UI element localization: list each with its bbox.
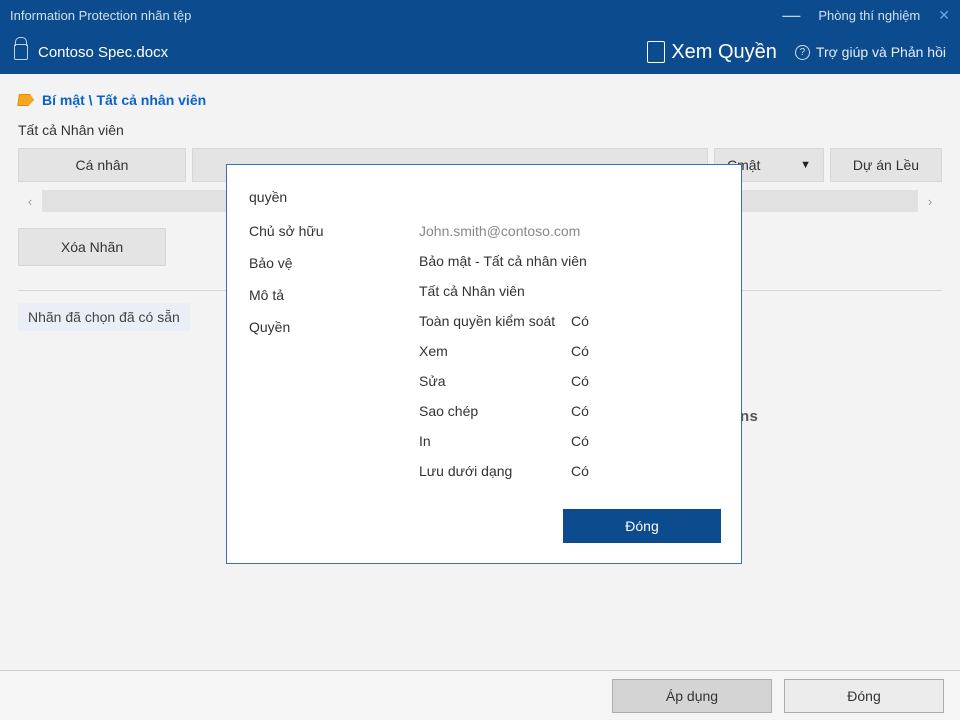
permission-name: Toàn quyền kiểm soát: [419, 313, 571, 329]
background-fragment: ns: [740, 408, 758, 425]
tag-icon: [17, 94, 35, 106]
dialog-close-button[interactable]: Đóng: [563, 509, 721, 543]
permission-row: Xem Có: [419, 343, 721, 359]
permission-value: Có: [571, 373, 631, 389]
permission-name: In: [419, 433, 571, 449]
permission-row: Sao chép Có: [419, 403, 721, 419]
section-title: Tất cả Nhân viên: [18, 122, 942, 138]
view-rights-button[interactable]: Xem Quyền: [647, 41, 777, 64]
permission-row: Toàn quyền kiểm soát Có: [419, 313, 721, 329]
app-title: Information Protection nhãn tệp: [10, 8, 191, 23]
permission-name: Sửa: [419, 373, 571, 389]
scroll-right-button[interactable]: ›: [918, 190, 942, 212]
rights-label: Quyền: [249, 319, 379, 335]
help-feedback-button[interactable]: ? Trợ giúp và Phản hồi: [795, 44, 946, 60]
tab-personal[interactable]: Cá nhân: [18, 148, 186, 182]
description-label: Mô tả: [249, 287, 379, 303]
description-value: Tất cả Nhân viên: [419, 283, 721, 299]
permission-row: In Có: [419, 433, 721, 449]
permission-value: Có: [571, 433, 631, 449]
apply-button[interactable]: Áp dụng: [612, 679, 772, 713]
help-icon: ?: [795, 45, 810, 60]
protection-label: Bảo vệ: [249, 255, 379, 271]
close-icon[interactable]: ✕: [938, 7, 950, 24]
scroll-left-button[interactable]: ‹: [18, 190, 42, 212]
breadcrumb: Bí mật \ Tất cả nhân viên: [18, 92, 942, 108]
footer: Áp dụng Đóng: [0, 670, 960, 720]
owner-label: Chủ sở hữu: [249, 223, 379, 239]
breadcrumb-text: Bí mật \ Tất cả nhân viên: [42, 92, 206, 108]
subheader: Contoso Spec.docx Xem Quyền ? Trợ giúp v…: [0, 30, 960, 74]
permission-row: Lưu dưới dạng Có: [419, 463, 721, 479]
lab-label: Phòng thí nghiệm: [818, 8, 920, 23]
permission-name: Xem: [419, 343, 571, 359]
chevron-down-icon: ▼: [800, 159, 811, 171]
permission-name: Sao chép: [419, 403, 571, 419]
help-feedback-label: Trợ giúp và Phản hồi: [816, 44, 946, 60]
document-name: Contoso Spec.docx: [38, 44, 168, 61]
view-rights-label: Xem Quyền: [671, 41, 777, 64]
delete-label-button[interactable]: Xóa Nhãn: [18, 228, 166, 266]
protection-value: Bảo mật - Tất cả nhân viên: [419, 253, 721, 269]
close-button[interactable]: Đóng: [784, 679, 944, 713]
lock-icon: [14, 44, 28, 60]
permissions-dialog: quyền Chủ sở hữu Bảo vệ Mô tả Quyền John…: [226, 164, 742, 564]
permission-value: Có: [571, 403, 631, 419]
document-permission-icon: [647, 41, 665, 63]
permission-name: Lưu dưới dạng: [419, 463, 571, 479]
dialog-title: quyền: [249, 189, 721, 205]
title-bar: Information Protection nhãn tệp — Phòng …: [0, 0, 960, 30]
permission-value: Có: [571, 313, 631, 329]
permission-row: Sửa Có: [419, 373, 721, 389]
permission-value: Có: [571, 463, 631, 479]
permission-value: Có: [571, 343, 631, 359]
owner-value: John.smith@contoso.com: [419, 223, 721, 239]
tab-project[interactable]: Dự án Lều: [830, 148, 942, 182]
selected-label-notice: Nhãn đã chọn đã có sẵn: [18, 303, 190, 331]
